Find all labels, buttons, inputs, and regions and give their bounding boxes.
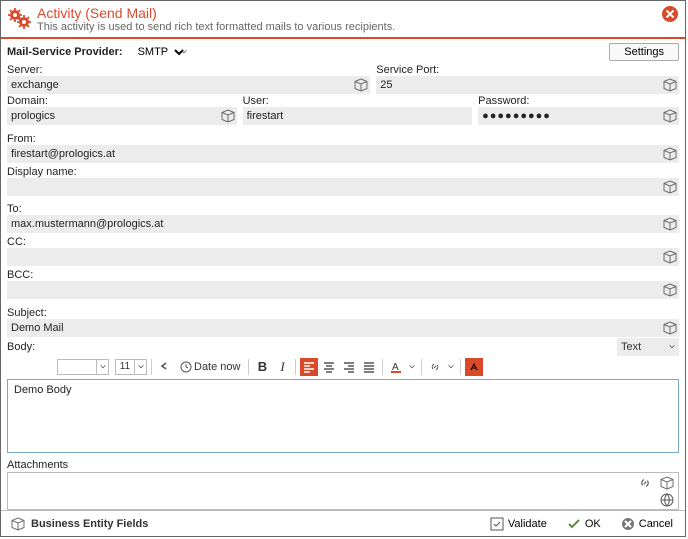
user-input[interactable] [247,110,471,122]
dialog-subtitle: This activity is used to send rich text … [37,21,395,33]
ok-button[interactable]: OK [561,515,607,533]
align-center-icon[interactable] [320,358,338,376]
font-family-combo[interactable] [57,358,109,376]
password-input[interactable] [482,110,659,122]
body-format-select[interactable]: Text [617,338,665,356]
cancel-button[interactable]: Cancel [615,515,679,533]
provider-row: Mail-Service Provider: SMTP Settings [7,43,679,61]
chevron-down-icon[interactable] [446,358,456,376]
cube-icon[interactable] [659,321,677,335]
check-icon [567,517,581,531]
undo-icon[interactable] [156,358,174,376]
to-label: To: [7,203,22,215]
italic-icon[interactable]: I [273,358,291,376]
validate-icon [490,517,504,531]
from-label: From: [7,133,36,145]
attachments-box[interactable] [7,472,679,510]
bcc-label: BCC: [7,269,33,281]
editor-toolbar: 11 Date now B I A [7,356,679,378]
chevron-down-icon[interactable] [665,338,679,356]
validate-button[interactable]: Validate [484,515,553,533]
cancel-icon [621,517,635,531]
provider-label: Mail-Service Provider: [7,46,123,58]
body-editor[interactable]: Demo Body [7,379,679,453]
cc-label: CC: [7,236,26,248]
close-icon[interactable] [661,5,679,23]
link-icon[interactable] [426,358,444,376]
activity-gears-icon [7,7,31,31]
cube-icon[interactable] [350,78,368,92]
cube-icon[interactable] [7,517,25,531]
from-input[interactable] [11,148,659,160]
cube-icon[interactable] [217,109,235,123]
chevron-down-icon[interactable] [407,358,417,376]
password-label: Password: [478,95,679,107]
server-label: Server: [7,64,370,76]
port-input[interactable] [380,79,659,91]
cube-icon[interactable] [659,180,677,194]
cc-input[interactable] [11,251,659,263]
subject-input[interactable] [11,322,659,334]
display-label: Display name: [7,166,77,178]
port-label: Service Port: [376,64,679,76]
settings-button[interactable]: Settings [609,43,679,61]
subject-label: Subject: [7,307,47,319]
bcc-input[interactable] [11,284,659,296]
user-label: User: [243,95,473,107]
domain-label: Domain: [7,95,237,107]
cube-icon[interactable] [659,217,677,231]
to-input[interactable] [11,218,659,230]
server-input[interactable] [11,79,350,91]
insert-date-button[interactable]: Date now [176,361,244,373]
cube-icon[interactable] [656,476,674,490]
link-icon[interactable] [638,476,652,490]
highlight-icon[interactable] [465,358,483,376]
align-left-icon[interactable] [300,358,318,376]
display-input[interactable] [11,181,659,193]
dialog-footer: Business Entity Fields Validate OK Cance… [1,510,685,536]
globe-icon[interactable] [660,493,674,507]
align-justify-icon[interactable] [360,358,378,376]
font-size-combo[interactable]: 11 [115,358,147,376]
dialog-header: Activity (Send Mail) This activity is us… [1,1,685,39]
cube-icon[interactable] [659,78,677,92]
align-right-icon[interactable] [340,358,358,376]
attachments-label: Attachments [7,459,679,471]
dialog-title: Activity (Send Mail) [37,5,395,21]
cube-icon[interactable] [659,250,677,264]
body-label: Body: [7,341,35,353]
cube-icon[interactable] [659,109,677,123]
cube-icon[interactable] [659,283,677,297]
business-entity-fields-button[interactable]: Business Entity Fields [31,518,148,530]
bold-icon[interactable]: B [253,358,271,376]
domain-input[interactable] [11,110,217,122]
font-color-icon[interactable]: A [387,358,405,376]
chevron-down-icon [180,48,188,56]
cube-icon[interactable] [659,147,677,161]
